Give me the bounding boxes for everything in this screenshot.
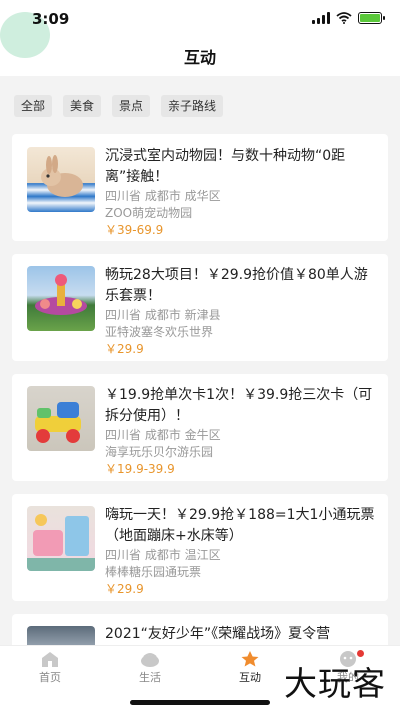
- card-venue: 棒棒糖乐园通玩票: [105, 565, 202, 579]
- card-location: 四川省 成都市 温江区: [105, 548, 221, 562]
- signal-icon: [312, 12, 330, 24]
- list-item[interactable]: ￥19.9抢单次卡1次！￥39.9抢三次卡（可拆分使用）！ 四川省 成都市 金牛…: [12, 374, 388, 481]
- tab-label: 首页: [39, 671, 61, 684]
- card-price: ￥29.9: [105, 582, 144, 596]
- watermark-text: 大玩客: [284, 664, 386, 703]
- status-icons: [312, 11, 385, 25]
- filter-chip-food[interactable]: 美食: [63, 95, 102, 117]
- page-title: 互动: [183, 48, 216, 67]
- tab-home[interactable]: 首页: [20, 650, 80, 685]
- tab-label: 互动: [239, 671, 261, 684]
- filter-chip-all[interactable]: 全部: [14, 95, 53, 117]
- wifi-icon: [336, 12, 352, 24]
- filter-chips: 全部 美食 景点 亲子路线: [14, 95, 224, 117]
- card-thumbnail: [27, 506, 95, 571]
- top-bar: 3:09 互动: [0, 0, 400, 76]
- card-price: ￥19.9-39.9: [105, 462, 175, 476]
- card-price: ￥39-69.9: [105, 223, 164, 237]
- notification-dot: [357, 650, 364, 657]
- card-venue: 海享玩乐贝尔游乐园: [105, 445, 214, 459]
- home-icon: [42, 652, 58, 667]
- card-venue: 亚特波塞冬欢乐世界: [105, 325, 214, 339]
- tab-label: 生活: [139, 671, 161, 684]
- tab-interact[interactable]: 互动: [220, 650, 280, 685]
- card-location: 四川省 成都市 金牛区: [105, 428, 221, 442]
- filter-chip-attractions[interactable]: 景点: [112, 95, 151, 117]
- card-title: ￥19.9抢单次卡1次！￥39.9抢三次卡（可拆分使用）！: [105, 387, 373, 424]
- card-venue: ZOO萌宠动物园: [105, 206, 193, 220]
- home-indicator: [130, 700, 270, 705]
- star-icon: [241, 651, 259, 667]
- tab-life[interactable]: 生活: [120, 650, 180, 685]
- card-thumbnail: [27, 386, 95, 451]
- list-item[interactable]: 畅玩28大项目！￥29.9抢价值￥80单人游乐套票！ 四川省 成都市 新津县 亚…: [12, 254, 388, 361]
- list-item[interactable]: 嗨玩一天！￥29.9抢￥188=1大1小通玩票（地面蹦床+水床等） 四川省 成都…: [12, 494, 388, 601]
- card-location: 四川省 成都市 成华区: [105, 189, 221, 203]
- life-icon: [141, 653, 159, 667]
- card-thumbnail: [27, 266, 95, 331]
- list-item[interactable]: 沉浸式室内动物园！与数十种动物“0距离”接触！ 四川省 成都市 成华区 ZOO萌…: [12, 134, 388, 241]
- card-thumbnail: [27, 147, 95, 212]
- card-title: 畅玩28大项目！￥29.9抢价值￥80单人游乐套票！: [105, 267, 368, 304]
- status-time: 3:09: [32, 10, 70, 28]
- card-title: 嗨玩一天！￥29.9抢￥188=1大1小通玩票（地面蹦床+水床等）: [105, 507, 375, 544]
- filter-chip-family-routes[interactable]: 亲子路线: [161, 95, 224, 117]
- battery-icon: [358, 12, 385, 24]
- card-title: 2021“友好少年”《荣耀战场》夏令营: [105, 626, 331, 642]
- card-price: ￥29.9: [105, 342, 144, 356]
- card-location: 四川省 成都市 新津县: [105, 308, 221, 322]
- card-title: 沉浸式室内动物园！与数十种动物“0距离”接触！: [105, 148, 346, 185]
